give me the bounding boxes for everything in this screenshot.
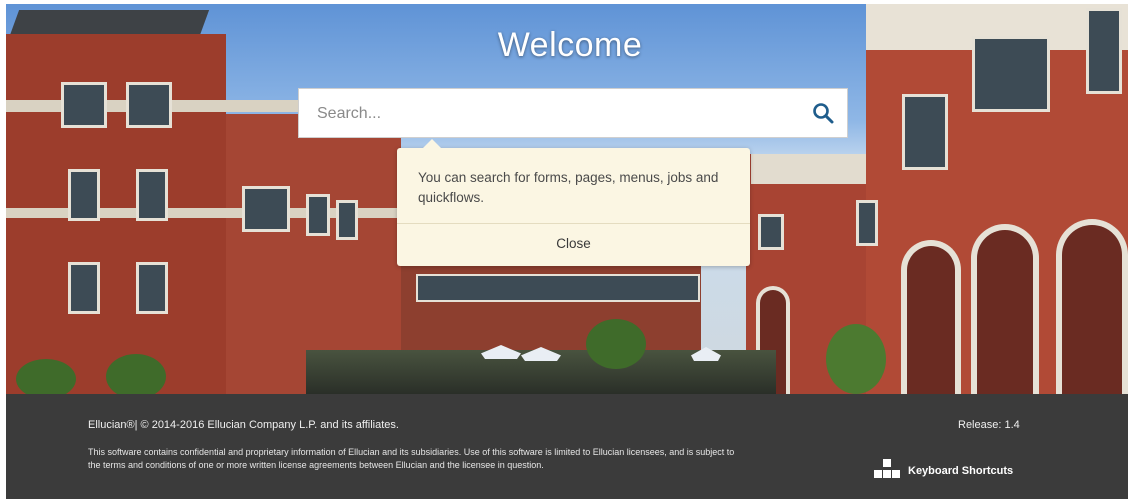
legal-notice: This software contains confidential and …	[88, 447, 735, 470]
search-input[interactable]	[315, 89, 799, 139]
close-button[interactable]: Close	[397, 224, 750, 266]
window	[306, 194, 330, 236]
window	[68, 262, 100, 314]
window	[242, 186, 290, 232]
window	[61, 82, 107, 128]
window	[68, 169, 100, 221]
window	[136, 169, 168, 221]
search-icon[interactable]	[811, 101, 835, 125]
archway	[971, 224, 1039, 394]
keyboard-shortcuts-label: Keyboard Shortcuts	[908, 465, 1014, 477]
search-box	[298, 88, 848, 139]
building-trim	[751, 154, 871, 184]
search-hint-text: You can search for forms, pages, menus, …	[418, 170, 719, 205]
window	[856, 200, 878, 246]
welcome-title: Welcome	[497, 26, 643, 64]
window-row	[416, 274, 700, 302]
keyboard-icon	[874, 458, 900, 484]
copyright-text: Ellucian®| © 2014-2016 Ellucian Company …	[88, 419, 399, 431]
search-hint-popover: You can search for forms, pages, menus, …	[397, 139, 750, 266]
window	[758, 214, 784, 250]
archway	[1056, 219, 1128, 394]
window	[136, 262, 168, 314]
window	[126, 82, 172, 128]
archway	[901, 240, 961, 394]
tree	[586, 319, 646, 369]
footer: Ellucian®| © 2014-2016 Ellucian Company …	[6, 394, 1128, 499]
window	[336, 200, 358, 240]
release-version: Release: 1.4	[958, 419, 1020, 431]
tree	[826, 324, 886, 394]
window	[902, 94, 948, 170]
tree	[16, 359, 76, 394]
tree	[106, 354, 166, 394]
keyboard-shortcuts-button[interactable]: Keyboard Shortcuts	[874, 458, 1014, 484]
